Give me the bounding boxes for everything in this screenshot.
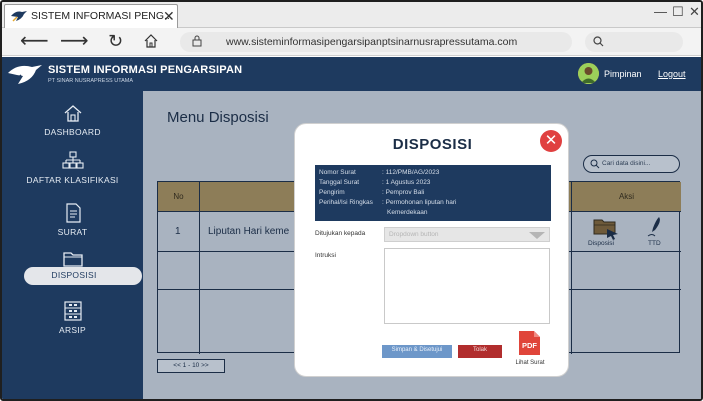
ttd-action-label[interactable]: TTD — [648, 240, 661, 247]
sidebar-item-arsip[interactable]: ARSIP — [2, 301, 143, 347]
info-value: : 112/PMB/AG/2023 — [382, 169, 440, 176]
row-perihal: Liputan Hari keme — [208, 226, 290, 237]
row-number: 1 — [175, 226, 181, 237]
letter-info-panel: Nomor Surat : 112/PMB/AG/2023 Tanggal Su… — [315, 165, 551, 221]
forward-arrow-icon[interactable]: ⟶ — [60, 31, 89, 51]
home-icon — [64, 105, 82, 122]
table-cell — [572, 252, 681, 290]
logout-link[interactable]: Logout — [658, 69, 686, 79]
search-icon — [590, 159, 600, 169]
reload-icon[interactable]: ↻ — [108, 32, 123, 50]
browser-tab-bar: SISTEM INFORMASI PENG... ✕ — ☐ ✕ — [2, 2, 701, 28]
search-icon — [593, 36, 604, 47]
lock-icon — [192, 35, 202, 47]
table-cell — [572, 290, 681, 354]
modal-close-button[interactable]: ✕ — [540, 130, 562, 152]
sidebar: DASHBOARD DAFTAR KLASIFIKASI SURAT DISPO… — [2, 91, 143, 399]
ditujukan-label: Ditujukan kepada — [315, 230, 366, 237]
info-value: : 1 Agustus 2023 — [382, 179, 431, 186]
chevron-down-icon — [529, 232, 545, 239]
user-avatar-icon — [578, 63, 599, 84]
pagination[interactable]: << 1 - 10 >> — [157, 359, 225, 373]
back-arrow-icon[interactable]: ⟵ — [20, 31, 49, 51]
ditujukan-dropdown[interactable]: Dropdown button — [384, 227, 550, 242]
info-key: Nomor Surat — [319, 169, 356, 176]
disposisi-modal: DISPOSISI ✕ Nomor Surat : 112/PMB/AG/202… — [294, 123, 569, 377]
user-name: Pimpinan — [604, 69, 642, 79]
document-icon — [66, 203, 81, 223]
info-key: Pengirim — [319, 189, 345, 196]
table-row: 1 — [158, 212, 200, 252]
sidebar-active-indicator[interactable]: DISPOSISI — [24, 267, 142, 285]
maximize-icon[interactable]: ☐ — [672, 4, 684, 20]
close-icon: ✕ — [544, 132, 558, 149]
address-bar[interactable]: www.sisteminformasipengarsipanptsinarnus… — [180, 32, 572, 52]
app-subtitle: PT SINAR NUSRAPRESS UTAMA — [48, 78, 134, 84]
info-key: Tanggal Surat — [319, 179, 360, 186]
sidebar-item-label: SURAT — [57, 227, 88, 237]
sidebar-item-label: ARSIP — [58, 325, 86, 335]
browser-search-box[interactable] — [585, 32, 683, 52]
table-header-no: No — [158, 182, 200, 212]
home-icon[interactable] — [143, 33, 159, 49]
save-approve-button[interactable]: Simpan & Disetujui — [382, 345, 452, 358]
sidebar-item-label: DASHBOARD — [44, 127, 101, 137]
lihat-surat-label[interactable]: Lihat Surat — [507, 360, 553, 366]
tab-close-icon[interactable]: ✕ — [163, 8, 175, 25]
info-key: Perihal/Isi Ringkas — [319, 199, 373, 206]
sidebar-item-surat[interactable]: SURAT — [2, 203, 143, 249]
search-input[interactable]: Cari data disini... — [583, 155, 680, 173]
company-logo-icon — [8, 65, 42, 84]
minimize-icon[interactable]: — — [654, 4, 667, 19]
pen-signature-icon[interactable] — [646, 216, 662, 238]
reject-button[interactable]: Tolak — [458, 345, 502, 358]
folder-icon — [63, 252, 83, 267]
pagination-label: << 1 - 10 >> — [173, 362, 209, 369]
info-value: : Permohonan liputan hari — [382, 199, 457, 206]
app-title: SISTEM INFORMASI PENGARSIPAN — [48, 64, 243, 76]
sidebar-item-label: DISPOSISI — [51, 270, 97, 280]
avatar[interactable] — [578, 63, 599, 84]
browser-toolbar: ⟵ ⟶ ↻ www.sisteminformasipengarsipanptsi… — [2, 28, 701, 56]
close-window-icon[interactable]: ✕ — [689, 4, 700, 20]
table-header-aksi: Aksi — [572, 182, 681, 212]
sitemap-icon — [62, 151, 84, 169]
tab-title: SISTEM INFORMASI PENG... — [31, 10, 173, 22]
table-row — [158, 290, 200, 354]
dropdown-placeholder: Dropdown button — [389, 231, 439, 238]
sidebar-item-daftar-klasifikasi[interactable]: DAFTAR KLASIFIKASI — [2, 151, 143, 197]
disposisi-action-label[interactable]: Disposisi — [588, 240, 614, 247]
sidebar-item-dashboard[interactable]: DASHBOARD — [2, 103, 143, 149]
app-header: SISTEM INFORMASI PENGARSIPAN PT SINAR NU… — [2, 57, 701, 91]
table-cell-aksi: Disposisi TTD — [572, 212, 681, 252]
table-row — [158, 252, 200, 290]
sidebar-item-label: DAFTAR KLASIFIKASI — [26, 175, 119, 185]
url-text: www.sisteminformasipengarsipanptsinarnus… — [226, 36, 518, 48]
bird-logo-icon — [11, 11, 27, 22]
info-value: : Pemprov Bali — [382, 189, 425, 196]
search-placeholder: Cari data disini... — [602, 160, 651, 167]
pdf-icon-text: PDF — [522, 341, 537, 350]
cursor-icon — [607, 229, 618, 240]
modal-title: DISPOSISI — [392, 136, 473, 153]
archive-icon — [64, 301, 82, 321]
browser-window: SISTEM INFORMASI PENG... ✕ — ☐ ✕ ⟵ ⟶ ↻ w… — [0, 0, 703, 401]
info-value: Kemerdekaan — [387, 209, 428, 216]
page-title: Menu Disposisi — [167, 109, 269, 126]
instruksi-label: Intruksi — [315, 252, 336, 259]
instruksi-textarea[interactable] — [384, 248, 550, 324]
browser-tab[interactable]: SISTEM INFORMASI PENG... ✕ — [4, 4, 178, 28]
pdf-file-icon[interactable]: PDF — [517, 330, 541, 356]
